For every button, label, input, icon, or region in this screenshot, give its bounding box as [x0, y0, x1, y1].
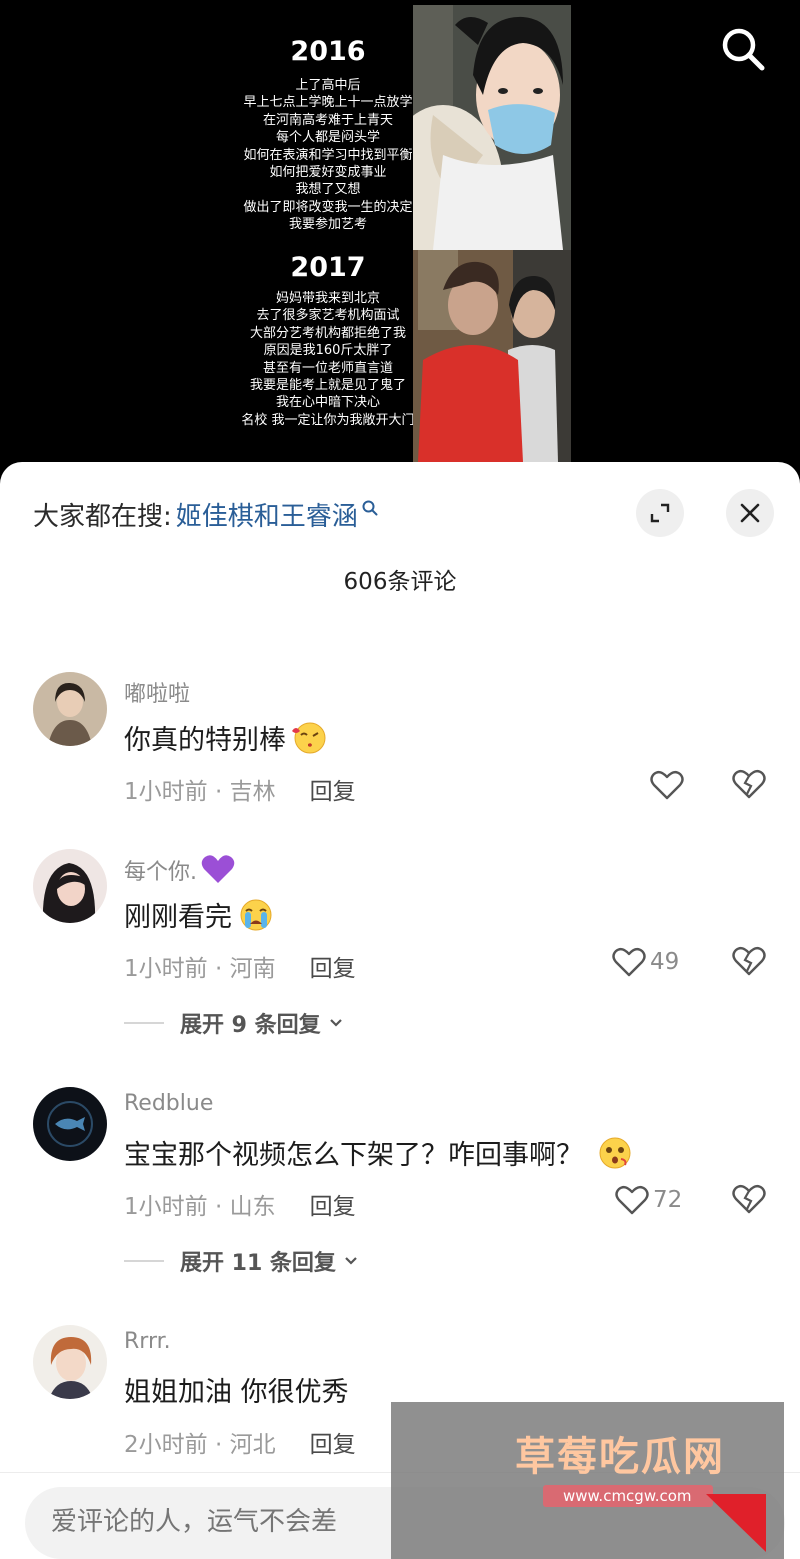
purple-heart-icon	[201, 855, 235, 883]
caption-line: 妈妈带我来到北京	[275, 291, 380, 306]
video-photo-2016	[413, 5, 571, 250]
comment-text-content: 你真的特别棒	[124, 724, 286, 756]
watermark-url: www.cmcgw.com	[543, 1485, 713, 1507]
comment-username-text: 每个你.	[124, 860, 197, 885]
video-year-2016: 2016	[290, 36, 366, 67]
reply-button[interactable]: 回复	[310, 1425, 356, 1459]
caption-line: 我要参加艺考	[288, 217, 367, 233]
comment-text: 你真的特别棒	[124, 717, 330, 757]
search-button[interactable]	[718, 24, 768, 74]
comment-text: 刚刚看完	[124, 894, 276, 934]
kiss-emoji-icon	[292, 722, 326, 754]
trending-search-term[interactable]: 姬佳棋和王睿涵	[176, 496, 358, 533]
close-icon	[740, 503, 760, 523]
caption-line: 我想了又想	[295, 182, 361, 198]
comment-text-content: 宝宝那个视频怎么下架了？咋回事啊？	[124, 1139, 583, 1171]
broken-heart-icon	[732, 946, 766, 976]
comment-meta: 1小时前 · 河南 回复	[124, 949, 356, 983]
caption-line: 甚至有一位老师直言道	[262, 360, 393, 376]
comment-text: 姐姐加油 你很优秀	[124, 1370, 349, 1409]
expand-replies-label: 展开 9 条回复	[180, 1013, 321, 1038]
avatar[interactable]	[33, 849, 107, 923]
comment-count: 606条评论	[343, 569, 457, 595]
comment-text-content: 刚刚看完	[124, 901, 232, 933]
caption-line: 我在心中暗下决心	[275, 395, 380, 411]
dislike-button[interactable]	[730, 1182, 768, 1218]
fullscreen-button[interactable]	[636, 489, 684, 537]
comment-time-location: 1小时前 · 山东	[124, 1194, 276, 1220]
comment-meta: 1小时前 · 吉林 回复	[124, 772, 356, 806]
avatar[interactable]	[33, 672, 107, 746]
comment-time-location: 1小时前 · 吉林	[124, 779, 276, 805]
caption-line: 去了很多家艺考机构面试	[256, 308, 400, 324]
expand-replies-button[interactable]: 展开 9 条回复	[124, 1007, 345, 1039]
crying-emoji-icon	[240, 899, 272, 931]
like-button[interactable]	[650, 767, 684, 803]
comment-input[interactable]	[51, 1506, 411, 1537]
watermark-title: 草莓吃瓜网	[515, 1434, 725, 1480]
comment-time-location: 1小时前 · 河南	[124, 956, 276, 982]
comment-meta: 1小时前 · 山东 回复	[124, 1187, 356, 1221]
heart-outline-icon	[612, 947, 646, 977]
heart-outline-icon	[615, 1185, 649, 1215]
trending-search[interactable]: 大家都在搜: 姬佳棋和王睿涵	[33, 494, 379, 534]
expand-replies-label: 展开 11 条回复	[180, 1251, 336, 1276]
comment-sheet: 大家都在搜: 姬佳棋和王睿涵 606条评论 嘟啦啦 你真的特别棒 1小时前 · …	[0, 462, 800, 1559]
close-button[interactable]	[726, 489, 774, 537]
arrow-icon	[706, 1494, 766, 1552]
like-count: 72	[653, 1187, 683, 1213]
caption-line: 在河南高考难于上青天	[262, 112, 393, 128]
reply-button[interactable]: 回复	[310, 1187, 356, 1221]
reply-button[interactable]: 回复	[310, 772, 356, 806]
like-button[interactable]: 49	[612, 944, 679, 980]
small-search-icon	[362, 500, 378, 516]
caption-line: 做出了即将改变我一生的决定	[243, 199, 413, 215]
comment-username[interactable]: Rrrr.	[124, 1329, 171, 1354]
caption-line: 如何在表演和学习中找到平衡	[243, 147, 413, 163]
expand-icon	[650, 503, 670, 523]
comment-text-content: 姐姐加油 你很优秀	[124, 1377, 349, 1408]
caption-line: 名校 我一定让你为我敞开大门	[241, 412, 415, 428]
comment-text: 宝宝那个视频怎么下架了？咋回事啊？	[124, 1132, 635, 1172]
avatar[interactable]	[33, 1325, 107, 1399]
broken-heart-icon	[732, 769, 766, 799]
video-player[interactable]: 2016 上了高中后 早上七点上学晚上十一点放学 在河南高考难于上青天 每个人都…	[0, 0, 800, 480]
caption-line: 大部分艺考机构都拒绝了我	[249, 325, 406, 341]
expand-replies-button[interactable]: 展开 11 条回复	[124, 1245, 360, 1277]
confused-emoji-icon	[599, 1137, 631, 1169]
chevron-down-icon	[329, 1019, 342, 1027]
video-year-2017: 2017	[290, 252, 366, 283]
divider	[124, 1260, 164, 1262]
comment-username[interactable]: Redblue	[124, 1091, 213, 1116]
chevron-down-icon	[345, 1257, 357, 1265]
video-caption-2016: 上了高中后 早上七点上学晚上十一点放学 在河南高考难于上青天 每个人都是闷头学 …	[208, 77, 448, 234]
dislike-button[interactable]	[730, 767, 768, 803]
search-icon	[722, 28, 765, 71]
reply-button[interactable]: 回复	[310, 949, 356, 983]
trending-search-prefix: 大家都在搜:	[33, 501, 172, 532]
like-count: 49	[650, 949, 680, 975]
comment-username[interactable]: 嘟啦啦	[124, 676, 190, 708]
caption-line: 我要是能考上就是见了鬼了	[249, 378, 406, 394]
avatar[interactable]	[33, 1087, 107, 1161]
caption-line: 原因是我160斤太胖了	[263, 343, 393, 359]
broken-heart-icon	[732, 1184, 766, 1214]
video-caption-2017: 妈妈带我来到北京 去了很多家艺考机构面试 大部分艺考机构都拒绝了我 原因是我16…	[208, 290, 448, 429]
caption-line: 每个人都是闷头学	[275, 130, 380, 146]
comment-time-location: 2小时前 · 河北	[124, 1432, 276, 1458]
heart-outline-icon	[650, 770, 684, 800]
video-photo-2017	[413, 250, 571, 462]
dislike-button[interactable]	[730, 944, 768, 980]
caption-line: 如何把爱好变成事业	[269, 165, 387, 181]
caption-line: 上了高中后	[295, 78, 361, 93]
comment-username[interactable]: 每个你.	[124, 853, 235, 887]
divider	[124, 1022, 164, 1024]
comment-meta: 2小时前 · 河北 回复	[124, 1425, 356, 1459]
like-button[interactable]: 72	[615, 1182, 682, 1218]
watermark: 草莓吃瓜网 www.cmcgw.com	[391, 1402, 784, 1559]
caption-line: 早上七点上学晚上十一点放学	[243, 95, 413, 111]
